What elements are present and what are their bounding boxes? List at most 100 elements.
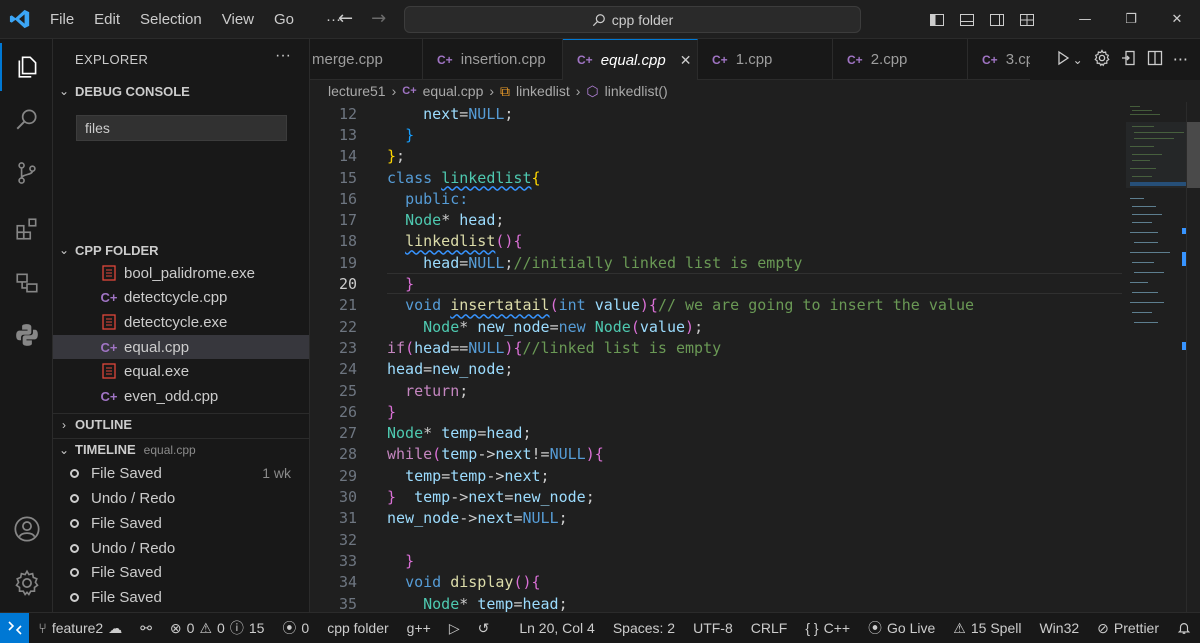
- explorer-icon[interactable]: [0, 43, 53, 91]
- code-editor[interactable]: 12 next=NULL; 13 } 14}; 15 class linkedlist{…: [310, 102, 1200, 612]
- git-graph-status[interactable]: ⚯: [131, 620, 161, 637]
- back-arrow-icon[interactable]: ←: [338, 8, 353, 29]
- tab-2-cpp[interactable]: C+ 2.cpp: [833, 39, 968, 80]
- file-item[interactable]: C+ even_odd.cpp: [53, 384, 309, 408]
- timeline-item[interactable]: File Saved: [53, 560, 309, 584]
- tab-merge-cpp[interactable]: merge.cpp: [310, 39, 423, 80]
- account-icon[interactable]: [0, 505, 53, 553]
- code-line[interactable]: 22 Node* new_node=new Node(value);: [310, 316, 1120, 337]
- code-line[interactable]: 32: [310, 529, 1120, 550]
- restore-button[interactable]: ❐: [1108, 0, 1154, 39]
- run-icon[interactable]: [1055, 50, 1071, 70]
- outline-section[interactable]: › OUTLINE: [53, 413, 310, 435]
- python-icon[interactable]: [0, 311, 53, 359]
- minimize-button[interactable]: —: [1062, 0, 1108, 39]
- explorer-more-button[interactable]: ···: [275, 47, 291, 65]
- folder-status[interactable]: cpp folder: [318, 620, 397, 636]
- code-line[interactable]: 12 next=NULL;: [310, 103, 1120, 124]
- breadcrumb-method[interactable]: linkedlist(): [605, 83, 668, 99]
- code-line[interactable]: 23 if(head==NULL){//linked list is empty: [310, 337, 1120, 358]
- file-item[interactable]: detectcycle.exe: [53, 310, 309, 334]
- close-tab-icon[interactable]: ✕: [680, 52, 692, 69]
- encoding-status[interactable]: UTF-8: [684, 620, 742, 636]
- search-icon[interactable]: [0, 95, 53, 143]
- refresh-icon[interactable]: ↺: [469, 620, 499, 637]
- file-item[interactable]: C+ detectcycle.cpp: [53, 285, 309, 309]
- compiler-status[interactable]: g++: [398, 620, 440, 636]
- close-window-button[interactable]: ✕: [1154, 0, 1200, 39]
- prettier-status[interactable]: ⊘ Prettier: [1088, 620, 1168, 637]
- file-item[interactable]: bool_palidrome.exe: [53, 261, 309, 285]
- code-line[interactable]: 13 }: [310, 124, 1120, 145]
- code-line[interactable]: 19 head=NULL;//initially linked list is …: [310, 252, 1120, 273]
- source-control-icon[interactable]: [0, 149, 53, 197]
- code-line[interactable]: 26}: [310, 401, 1120, 422]
- minimap[interactable]: [1120, 102, 1186, 612]
- tab-equal-cpp[interactable]: C+ equal.cpp ✕: [563, 39, 698, 80]
- remote-indicator-icon[interactable]: [0, 612, 30, 643]
- menu-view[interactable]: View: [212, 0, 264, 39]
- extensions-icon[interactable]: [0, 205, 53, 253]
- settings-gear-icon[interactable]: [1093, 48, 1111, 71]
- go-live-status[interactable]: ⦿ Go Live: [859, 618, 944, 638]
- code-line[interactable]: 29 temp=temp->next;: [310, 465, 1120, 486]
- code-line[interactable]: 31 new_node->next=NULL;: [310, 508, 1120, 529]
- code-line[interactable]: 34 void display(){: [310, 572, 1120, 593]
- code-line[interactable]: 25 return;: [310, 380, 1120, 401]
- menu-edit[interactable]: Edit: [84, 0, 130, 39]
- language-status[interactable]: { } C++: [796, 620, 859, 636]
- code-line[interactable]: 35 Node* temp=head;: [310, 593, 1120, 612]
- run-status-icon[interactable]: ▷: [440, 620, 469, 637]
- command-center-search[interactable]: cpp folder: [404, 6, 861, 33]
- menu-selection[interactable]: Selection: [130, 0, 212, 39]
- code-line[interactable]: 30} temp->next=new_node;: [310, 486, 1120, 507]
- debug-console-section[interactable]: ⌄ DEBUG CONSOLE: [53, 80, 310, 102]
- customize-layout-icon[interactable]: [1012, 0, 1042, 39]
- menu-file[interactable]: File: [40, 0, 84, 39]
- ports-status[interactable]: ⦿ 0: [273, 618, 318, 638]
- timeline-section[interactable]: ⌄ TIMELINE equal.cpp: [53, 438, 310, 460]
- remote-explorer-icon[interactable]: [0, 259, 53, 307]
- code-line[interactable]: 17 Node* head;: [310, 210, 1120, 231]
- open-changes-icon[interactable]: [1121, 50, 1137, 70]
- indentation-status[interactable]: Spaces: 2: [604, 620, 684, 636]
- file-item-selected[interactable]: C+ equal.cpp: [53, 335, 309, 359]
- breadcrumb-file[interactable]: equal.cpp: [423, 83, 484, 99]
- toggle-secondary-sidebar-icon[interactable]: [982, 0, 1012, 39]
- forward-arrow-icon[interactable]: →: [371, 8, 386, 29]
- tab-insertion-cpp[interactable]: C+ insertion.cpp: [423, 39, 563, 80]
- code-line[interactable]: 24 head=new_node;: [310, 359, 1120, 380]
- scrollbar-thumb[interactable]: [1187, 122, 1200, 188]
- code-line[interactable]: 16 public:: [310, 188, 1120, 209]
- more-actions-icon[interactable]: ···: [1173, 50, 1188, 69]
- code-line[interactable]: 14};: [310, 146, 1120, 167]
- branch-status[interactable]: ⑂ feature2 ☁: [29, 620, 131, 637]
- timeline-item[interactable]: Undo / Redo: [53, 486, 309, 510]
- spell-status[interactable]: ⚠ 15 Spell: [944, 620, 1030, 637]
- code-line[interactable]: 33 }: [310, 550, 1120, 571]
- eol-status[interactable]: CRLF: [742, 620, 797, 636]
- tab-1-cpp[interactable]: C+ 1.cpp: [698, 39, 833, 80]
- platform-status[interactable]: Win32: [1030, 620, 1088, 636]
- cpp-folder-section[interactable]: ⌄ CPP FOLDER: [53, 239, 310, 261]
- timeline-item[interactable]: Undo / Redo: [53, 536, 309, 560]
- split-editor-icon[interactable]: [1147, 50, 1163, 70]
- settings-gear-icon[interactable]: [0, 559, 53, 607]
- timeline-item[interactable]: File Saved: [53, 585, 309, 609]
- notifications-bell-icon[interactable]: [1168, 621, 1200, 635]
- timeline-item[interactable]: File Saved 1 wk: [53, 461, 309, 485]
- timeline-item[interactable]: File Saved: [53, 511, 309, 535]
- toggle-panel-icon[interactable]: [952, 0, 982, 39]
- problems-status[interactable]: ⊗ 0 ⚠ 0 ⓘ 15: [161, 618, 273, 638]
- debug-console-filter-input[interactable]: files: [76, 115, 287, 141]
- breadcrumb-class[interactable]: linkedlist: [516, 83, 570, 99]
- chevron-down-icon[interactable]: ⌄: [1073, 53, 1083, 67]
- code-line[interactable]: 27 Node* temp=head;: [310, 423, 1120, 444]
- cursor-position[interactable]: Ln 20, Col 4: [510, 620, 604, 636]
- toggle-primary-sidebar-icon[interactable]: [922, 0, 952, 39]
- code-line[interactable]: 28 while(temp->next!=NULL){: [310, 444, 1120, 465]
- code-line[interactable]: 20 }: [310, 273, 1120, 294]
- breadcrumb-folder[interactable]: lecture51: [328, 83, 386, 99]
- menu-go[interactable]: Go: [264, 0, 304, 39]
- code-line[interactable]: 21 void insertatail(int value){// we are…: [310, 295, 1120, 316]
